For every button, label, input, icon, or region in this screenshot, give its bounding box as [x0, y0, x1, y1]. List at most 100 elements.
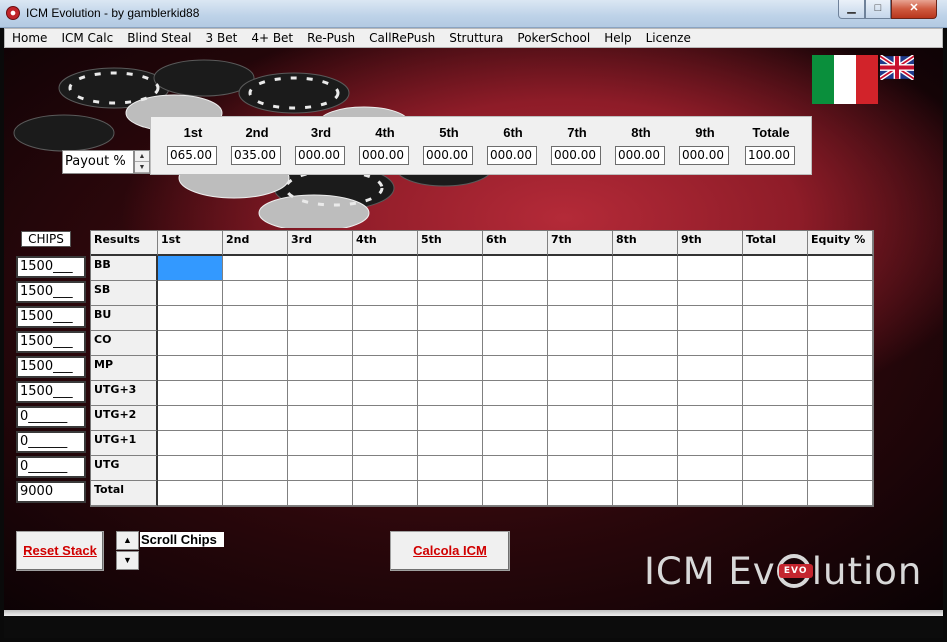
results-cell[interactable] [613, 306, 678, 331]
results-cell[interactable] [678, 456, 743, 481]
results-cell[interactable] [808, 331, 873, 356]
results-cell[interactable] [743, 406, 808, 431]
results-cell[interactable] [548, 431, 613, 456]
results-cell[interactable] [418, 381, 483, 406]
results-cell[interactable] [548, 456, 613, 481]
maximize-button[interactable]: □ [865, 0, 891, 19]
results-cell[interactable] [808, 456, 873, 481]
results-cell[interactable] [678, 256, 743, 281]
menu-pokerschool[interactable]: PokerSchool [510, 31, 597, 45]
results-cell[interactable] [678, 381, 743, 406]
results-cell[interactable] [808, 431, 873, 456]
payout-input-7th[interactable]: 000.00 [551, 146, 601, 165]
scroll-up-icon[interactable]: ▲ [116, 531, 139, 550]
results-cell[interactable] [678, 406, 743, 431]
results-cell[interactable] [548, 306, 613, 331]
chip-input-utg[interactable]: 0______ [16, 456, 86, 478]
results-cell[interactable] [158, 431, 223, 456]
payout-type-select[interactable]: Payout % [62, 150, 134, 174]
results-cell[interactable] [288, 281, 353, 306]
results-cell[interactable] [548, 481, 613, 506]
results-cell[interactable] [678, 431, 743, 456]
results-cell[interactable] [158, 481, 223, 506]
results-cell[interactable] [158, 381, 223, 406]
results-cell[interactable] [743, 306, 808, 331]
payout-input-6th[interactable]: 000.00 [487, 146, 537, 165]
results-cell[interactable] [613, 256, 678, 281]
results-cell[interactable] [808, 481, 873, 506]
chip-input-utg2[interactable]: 0______ [16, 406, 86, 428]
results-cell[interactable] [223, 356, 288, 381]
results-grid[interactable]: Results 1st 2nd 3rd 4th 5th 6th 7th 8th 9th Total E… [90, 230, 874, 507]
results-cell[interactable] [353, 356, 418, 381]
results-cell[interactable] [353, 431, 418, 456]
results-cell[interactable] [548, 381, 613, 406]
results-cell[interactable] [288, 381, 353, 406]
results-cell[interactable] [483, 256, 548, 281]
results-cell[interactable] [418, 356, 483, 381]
results-cell[interactable] [743, 256, 808, 281]
menu-struttura[interactable]: Struttura [442, 31, 510, 45]
results-cell[interactable] [158, 331, 223, 356]
results-cell[interactable] [613, 281, 678, 306]
results-cell[interactable] [808, 306, 873, 331]
payout-input-4th[interactable]: 000.00 [359, 146, 409, 165]
results-cell[interactable] [613, 381, 678, 406]
results-cell[interactable] [808, 281, 873, 306]
results-cell[interactable] [678, 306, 743, 331]
menu-home[interactable]: Home [5, 31, 54, 45]
results-cell[interactable] [288, 331, 353, 356]
results-cell[interactable] [483, 356, 548, 381]
payout-input-8th[interactable]: 000.00 [615, 146, 665, 165]
results-cell[interactable] [158, 356, 223, 381]
results-cell[interactable] [288, 406, 353, 431]
results-cell[interactable] [678, 281, 743, 306]
results-cell[interactable] [223, 281, 288, 306]
results-cell[interactable] [678, 481, 743, 506]
results-cell[interactable] [353, 281, 418, 306]
results-cell[interactable] [548, 256, 613, 281]
results-cell[interactable] [743, 481, 808, 506]
menu-3-bet[interactable]: 3 Bet [199, 31, 245, 45]
reset-stack-button[interactable]: Reset Stack [16, 531, 104, 571]
results-cell[interactable] [613, 406, 678, 431]
chip-input-sb[interactable]: 1500___ [16, 281, 86, 303]
results-cell[interactable] [483, 331, 548, 356]
results-cell[interactable] [223, 306, 288, 331]
results-cell[interactable] [613, 331, 678, 356]
results-cell[interactable] [353, 406, 418, 431]
results-cell[interactable] [223, 381, 288, 406]
results-cell[interactable] [743, 431, 808, 456]
results-cell[interactable] [353, 381, 418, 406]
menu-call-repush[interactable]: CallRePush [362, 31, 442, 45]
menu-blind-steal[interactable]: Blind Steal [120, 31, 198, 45]
results-cell[interactable] [613, 356, 678, 381]
results-cell[interactable] [678, 356, 743, 381]
results-cell[interactable] [808, 356, 873, 381]
results-cell[interactable] [418, 281, 483, 306]
results-cell[interactable] [613, 456, 678, 481]
results-cell[interactable] [548, 281, 613, 306]
results-cell[interactable] [483, 406, 548, 431]
results-cell[interactable] [223, 431, 288, 456]
results-cell[interactable] [418, 406, 483, 431]
results-cell[interactable] [678, 331, 743, 356]
results-cell[interactable] [548, 406, 613, 431]
chip-input-utg1[interactable]: 0______ [16, 431, 86, 453]
menu-licenze[interactable]: Licenze [639, 31, 698, 45]
spinner-up-icon[interactable]: ▲ [135, 151, 149, 162]
results-cell[interactable] [353, 256, 418, 281]
payout-input-9th[interactable]: 000.00 [679, 146, 729, 165]
results-cell[interactable] [288, 356, 353, 381]
results-cell[interactable] [288, 306, 353, 331]
chip-input-mp[interactable]: 1500___ [16, 356, 86, 378]
results-cell[interactable] [288, 456, 353, 481]
payout-type-spinner[interactable]: ▲ ▼ [134, 150, 150, 174]
close-button[interactable]: ✕ [891, 0, 937, 19]
results-cell[interactable] [158, 256, 223, 281]
results-cell[interactable] [418, 331, 483, 356]
results-cell[interactable] [418, 481, 483, 506]
results-cell[interactable] [808, 406, 873, 431]
calcola-icm-button[interactable]: Calcola ICM [390, 531, 510, 571]
results-cell[interactable] [418, 456, 483, 481]
